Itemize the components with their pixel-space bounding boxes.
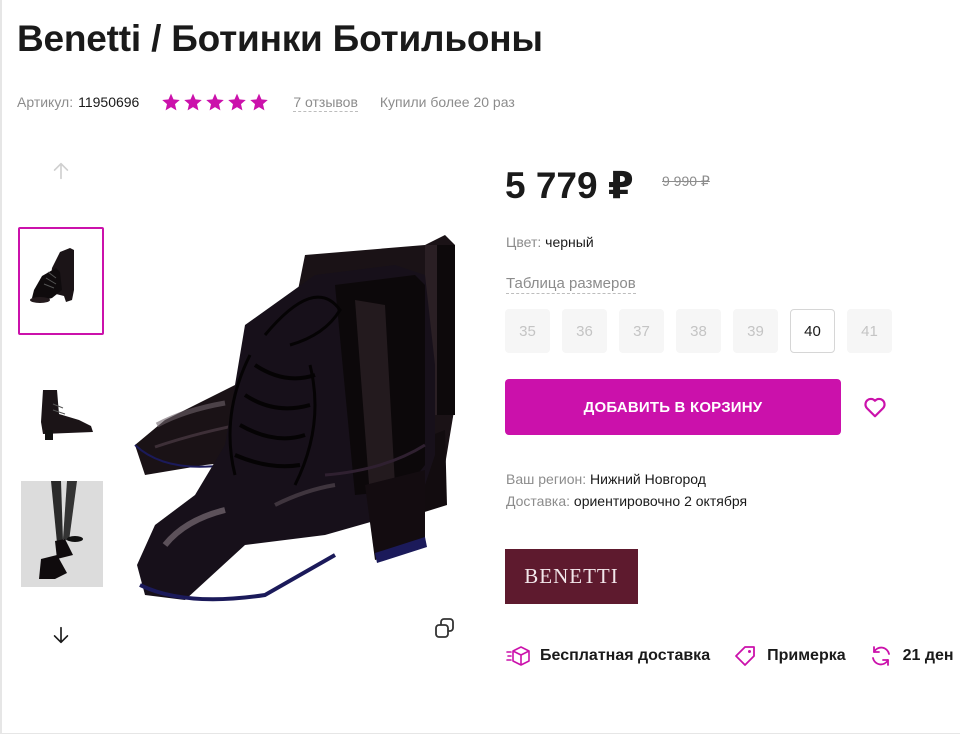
color-info: Цвет: черный [506, 234, 594, 250]
color-label: Цвет: [506, 234, 542, 250]
gallery-thumb[interactable] [21, 481, 103, 587]
size-option: 36 [562, 309, 607, 353]
star-icon [206, 93, 225, 111]
delivery-line: Доставка: ориентировочно 2 октября [506, 490, 747, 512]
sku-value: 11950696 [78, 94, 140, 110]
delivery-box-icon [506, 646, 530, 666]
region-line: Ваш регион: Нижний Новгород [506, 468, 747, 490]
feature-label: Бесплатная доставка [540, 647, 711, 664]
feature-label: Примерка [767, 647, 846, 664]
boot-side-thumbnail-image [41, 390, 93, 440]
gallery-thumb[interactable] [18, 227, 104, 335]
brand-logo-text: BENETTI [524, 564, 619, 588]
rating-stars[interactable] [161, 92, 269, 112]
star-icon [162, 93, 181, 111]
star-icon [184, 93, 203, 111]
features-bar: Бесплатная доставка Примерка 21 ден [506, 644, 960, 668]
product-meta: Артикул: 11950696 7 отзывов Купили более… [17, 91, 515, 113]
feature-free-delivery: Бесплатная доставка [506, 644, 710, 668]
tag-icon [735, 646, 755, 666]
region-value[interactable]: Нижний Новгород [590, 471, 706, 487]
brand-logo[interactable]: BENETTI [505, 549, 638, 604]
product-title: Benetti / Ботинки Ботильоны [17, 18, 543, 59]
star-icon [250, 93, 269, 111]
color-value: черный [545, 234, 594, 250]
current-price: 5 779 ₽ [505, 165, 634, 206]
size-option: 39 [733, 309, 778, 353]
gallery-thumb[interactable] [18, 356, 104, 464]
size-option: 35 [505, 309, 550, 353]
star-icon [228, 93, 247, 111]
copy-icon[interactable] [433, 616, 457, 640]
delivery-value: ориентировочно 2 октября [573, 493, 748, 509]
delivery-info: Ваш регион: Нижний Новгород Доставка: ор… [506, 468, 747, 512]
sku-label: Артикул: [17, 94, 74, 110]
arrow-up-icon[interactable] [50, 160, 72, 182]
heart-icon[interactable] [862, 394, 888, 420]
boot-thumbnail-image [30, 248, 74, 303]
old-price: 9 990 ₽ [662, 173, 710, 189]
feature-fitting: Примерка [733, 644, 846, 668]
reviews-link[interactable]: 7 отзывов [293, 93, 358, 112]
size-table-link[interactable]: Таблица размеров [506, 274, 636, 294]
feature-label: 21 ден [902, 647, 954, 664]
region-label: Ваш регион: [506, 471, 587, 487]
size-option: 38 [676, 309, 721, 353]
return-icon [871, 646, 890, 666]
size-option-available[interactable]: 40 [790, 309, 835, 353]
delivery-label: Доставка: [506, 493, 571, 509]
add-to-cart-button[interactable]: ДОБАВИТЬ В КОРЗИНУ [505, 379, 841, 435]
boots-on-legs-thumbnail-image [21, 481, 103, 587]
product-main-image[interactable] [125, 215, 470, 615]
size-selector: 35 36 37 38 39 40 41 [505, 309, 892, 353]
size-option: 41 [847, 309, 892, 353]
feature-return: 21 ден [869, 644, 954, 668]
size-option: 37 [619, 309, 664, 353]
arrow-down-icon[interactable] [50, 624, 72, 646]
bought-count: Купили более 20 раз [379, 94, 515, 110]
